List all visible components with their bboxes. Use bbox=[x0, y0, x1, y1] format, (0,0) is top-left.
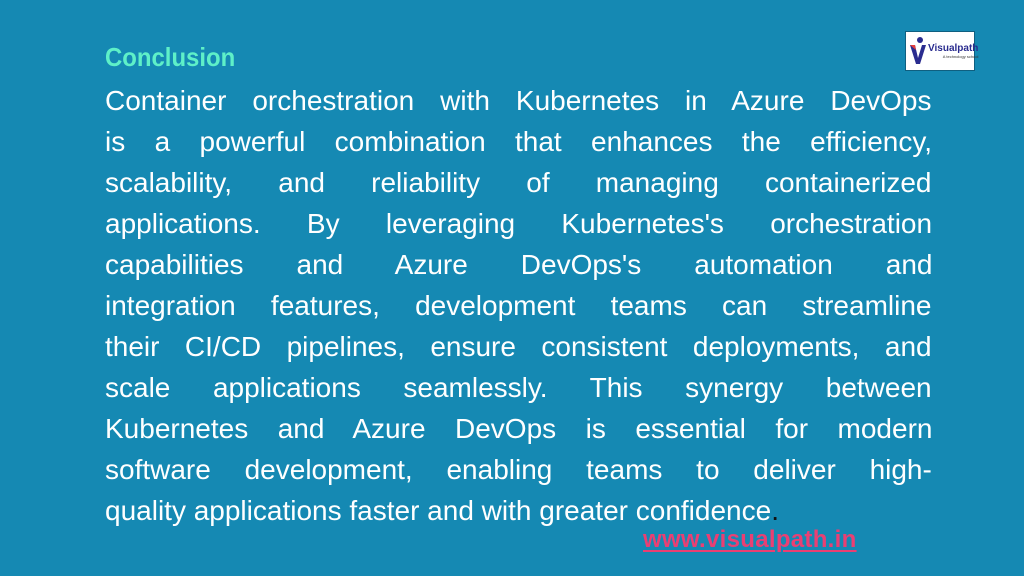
paragraph-line: capabilities and Azure DevOps's automati… bbox=[105, 249, 933, 280]
paragraph-line: scale applications seamlessly. This syne… bbox=[105, 372, 932, 403]
paragraph-line: software development, enabling teams to … bbox=[105, 454, 932, 485]
logo-tagline: A technology school bbox=[942, 54, 979, 59]
paragraph-line: their CI/CD pipelines, ensure consistent… bbox=[105, 331, 932, 362]
slide: Conclusion Container orchestration with … bbox=[0, 0, 1024, 576]
visualpath-logo-icon bbox=[910, 37, 926, 64]
visualpath-logo: Visualpath A technology school bbox=[905, 31, 978, 71]
paragraph-line: applications. By leveraging Kubernetes's… bbox=[105, 208, 933, 239]
paragraph-line: is a powerful combination that enhances … bbox=[105, 126, 933, 157]
paragraph-line: scalability, and reliability of managing… bbox=[105, 167, 932, 198]
website-link[interactable]: www.visualpath.in bbox=[643, 525, 857, 555]
final-period: . bbox=[771, 495, 779, 526]
paragraph-line: integration features, development teams … bbox=[105, 290, 932, 321]
logo-text: Visualpath A technology school bbox=[928, 43, 978, 59]
conclusion-paragraph: Container orchestration with Kubernetes … bbox=[105, 80, 932, 531]
slide-heading: Conclusion bbox=[105, 42, 236, 72]
paragraph-line: Container orchestration with Kubernetes … bbox=[105, 85, 932, 116]
paragraph-line-text: quality applications faster and with gre… bbox=[105, 495, 772, 526]
paragraph-line: Kubernetes and Azure DevOps is essential… bbox=[105, 413, 933, 444]
logo-name: Visualpath bbox=[928, 43, 979, 54]
